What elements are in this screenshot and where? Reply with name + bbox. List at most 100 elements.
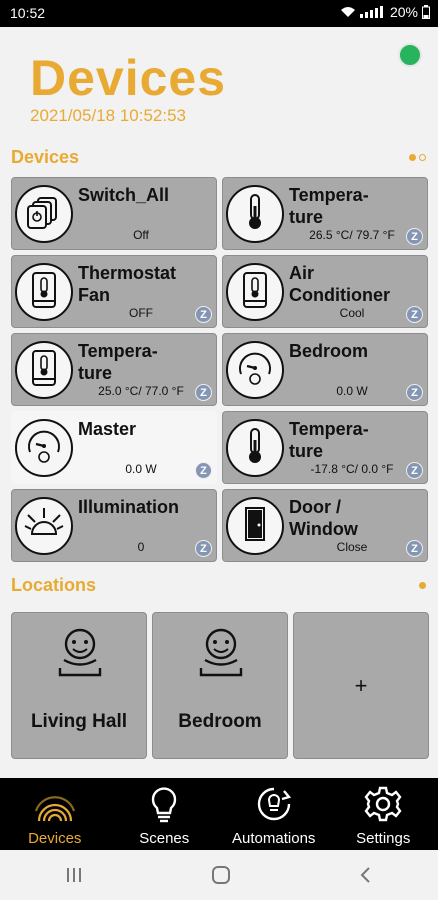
device-icon-circle [15, 497, 73, 555]
system-navigation-bar [0, 850, 438, 900]
battery-percent: 20% [389, 4, 418, 20]
device-card[interactable]: Air Conditioner Cool Z [222, 255, 428, 328]
device-name: Tempera- ture [78, 341, 158, 383]
device-card[interactable]: Tempera- ture 25.0 °C/ 77.0 °F Z [11, 333, 217, 406]
thermometer-icon [235, 426, 275, 471]
switch-group-icon [24, 192, 64, 237]
device-value: 0 [137, 540, 145, 554]
device-value: Close [336, 540, 368, 554]
device-card[interactable]: Bedroom 0.0 W Z [222, 333, 428, 406]
pager-dot-active [409, 154, 416, 161]
device-card[interactable]: Tempera- ture -17.8 °C/ 0.0 °F Z [222, 411, 428, 484]
device-icon-circle [226, 341, 284, 399]
device-icon-circle [226, 497, 284, 555]
device-card[interactable]: Illumination 0 Z [11, 489, 217, 562]
page-title: Devices [30, 50, 227, 106]
devices-icon [34, 785, 75, 827]
recent-apps-icon[interactable] [64, 866, 84, 884]
nav-tab-label: Scenes [139, 830, 190, 847]
nav-tab-devices[interactable]: Devices [0, 778, 110, 850]
device-name: Bedroom [289, 341, 369, 361]
door-icon [235, 504, 275, 549]
locations-grid: Living Hall Bedroom + [11, 612, 429, 759]
device-icon-circle [15, 263, 73, 321]
device-name: Thermostat Fan [78, 263, 177, 305]
device-icon-circle [15, 185, 73, 243]
power-meter-icon [235, 348, 275, 393]
locations-pager [419, 582, 426, 589]
nav-tab-gear[interactable]: Settings [329, 778, 438, 850]
device-name: Illumination [78, 497, 179, 517]
device-card[interactable]: Switch_All Off [11, 177, 217, 250]
device-icon-circle [226, 419, 284, 477]
device-value: 26.5 °C/ 79.7 °F [309, 228, 395, 242]
zwave-badge-icon: Z [406, 384, 423, 401]
home-icon[interactable] [211, 865, 231, 885]
thermostat-icon [24, 348, 64, 393]
nav-tab-automation[interactable]: Automations [219, 778, 329, 850]
nav-tab-label: Devices [28, 830, 82, 847]
device-value: -17.8 °C/ 0.0 °F [310, 462, 394, 476]
pager-dot [419, 154, 426, 161]
device-value: OFF [129, 306, 153, 320]
device-name: Switch_All [78, 185, 170, 205]
device-card[interactable]: Thermostat Fan OFF Z [11, 255, 217, 328]
thermostat-icon [24, 270, 64, 315]
location-card[interactable]: Bedroom [152, 612, 288, 759]
locations-section-title: Locations [11, 575, 97, 595]
device-icon-circle [226, 185, 284, 243]
location-face-icon [58, 627, 102, 690]
device-value: 0.0 W [336, 384, 368, 398]
device-icon-circle [15, 419, 73, 477]
device-icon-circle [226, 263, 284, 321]
gear-icon [363, 785, 403, 827]
device-card[interactable]: Tempera- ture 26.5 °C/ 79.7 °F Z [222, 177, 428, 250]
device-icon-circle [15, 341, 73, 399]
status-bar: 10:52 20% [0, 0, 438, 27]
location-card[interactable]: Living Hall [11, 612, 147, 759]
thermometer-icon [235, 192, 275, 237]
power-meter-icon [24, 426, 64, 471]
zwave-badge-icon: Z [195, 306, 212, 323]
location-name: Bedroom [178, 711, 262, 732]
device-card[interactable]: Door / Window Close Z [222, 489, 428, 562]
connection-status-dot [398, 43, 422, 67]
signal-icon [359, 6, 383, 18]
wifi-icon [340, 7, 355, 17]
add-location-button[interactable]: + [293, 612, 429, 759]
thermostat-icon [235, 270, 275, 315]
device-name: Tempera- ture [289, 185, 369, 227]
nav-tab-label: Settings [356, 830, 411, 847]
zwave-badge-icon: Z [406, 462, 423, 479]
nav-tab-lightbulb[interactable]: Scenes [110, 778, 220, 850]
light-sensor-icon [24, 504, 64, 549]
location-name: Living Hall [30, 711, 128, 732]
devices-grid: Switch_All Off Tempera- ture 26.5 °C/ 79.7 … [11, 177, 428, 562]
zwave-badge-icon: Z [406, 306, 423, 323]
devices-pager [409, 154, 426, 161]
zwave-badge-icon: Z [195, 384, 212, 401]
back-icon[interactable] [358, 865, 374, 885]
devices-section-title: Devices [11, 147, 80, 167]
device-value: Off [133, 228, 149, 242]
pager-dot-active [419, 582, 426, 589]
nav-tab-label: Automations [232, 830, 316, 847]
bottom-navigation: Devices Scenes Automations Settings [0, 778, 438, 850]
device-value: 25.0 °C/ 77.0 °F [98, 384, 184, 398]
device-name: Tempera- ture [289, 419, 369, 461]
device-name: Air Conditioner [289, 263, 390, 305]
zwave-badge-icon: Z [406, 228, 423, 245]
automation-icon [254, 785, 294, 827]
add-location-label: + [354, 673, 368, 698]
device-value: Cool [339, 306, 365, 320]
zwave-badge-icon: Z [195, 462, 212, 479]
main-content: Devices 2021/05/18 10:52:53 Devices Swit… [0, 27, 438, 778]
battery-icon [422, 5, 430, 19]
zwave-badge-icon: Z [195, 540, 212, 557]
device-card[interactable]: Master 0.0 W Z [11, 411, 217, 484]
datetime: 2021/05/18 10:52:53 [30, 106, 186, 125]
device-value: 0.0 W [125, 462, 157, 476]
device-name: Door / Window [289, 497, 358, 539]
location-face-icon [199, 627, 243, 690]
status-icons: 20% [340, 4, 430, 20]
